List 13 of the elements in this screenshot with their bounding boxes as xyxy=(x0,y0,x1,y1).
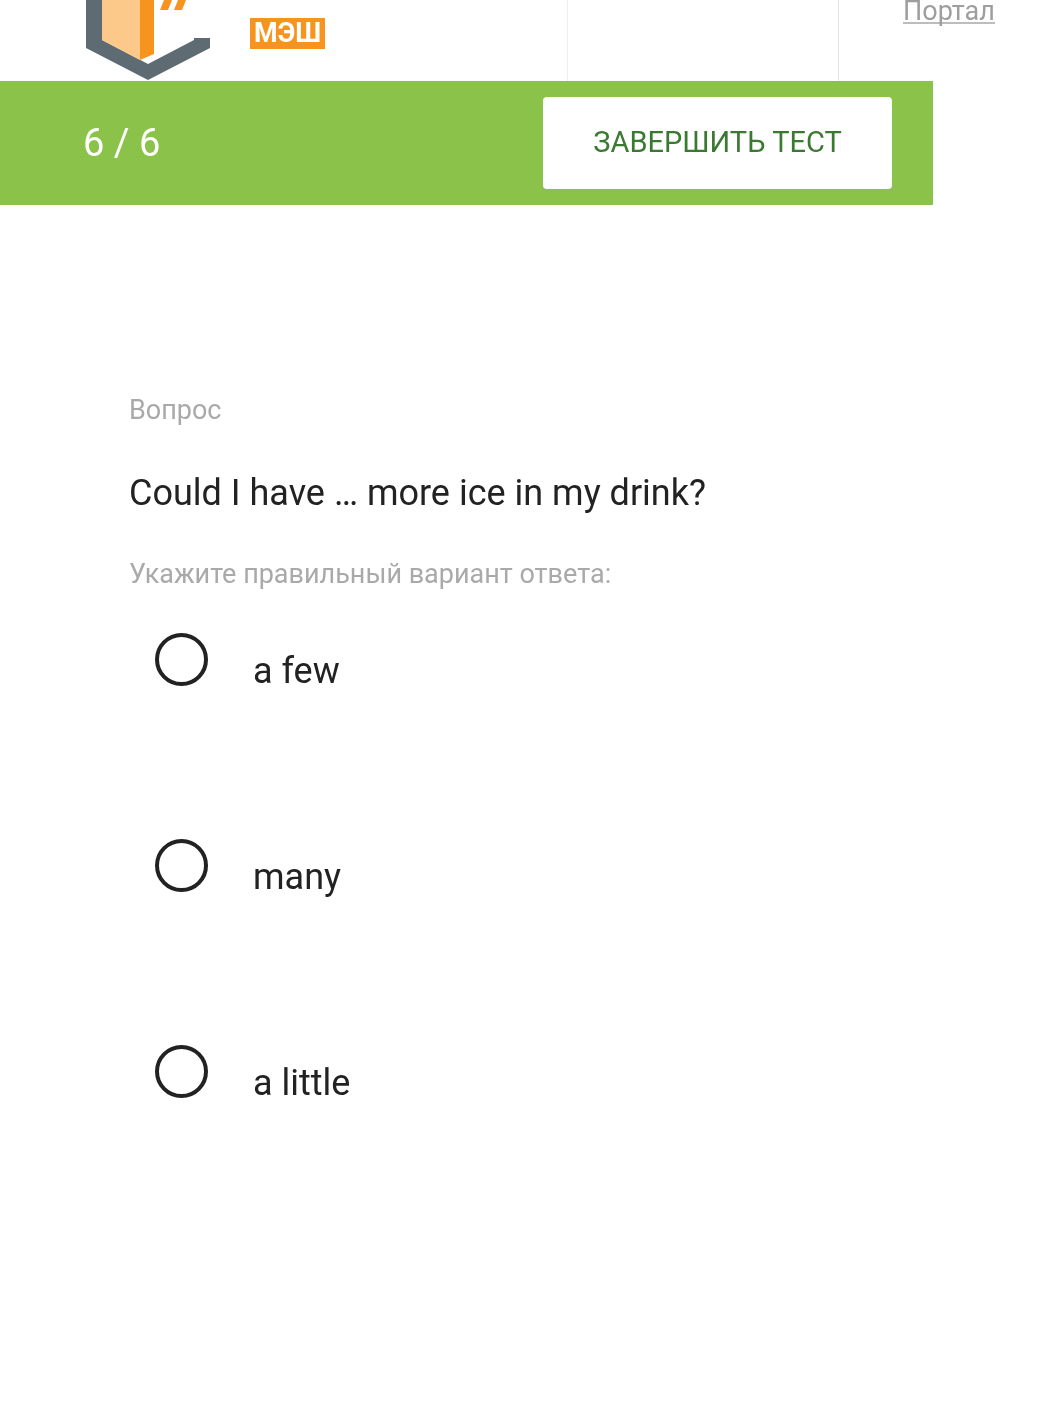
question-label: Вопрос xyxy=(129,393,223,427)
radio-button[interactable] xyxy=(155,633,208,686)
option-label[interactable]: a few xyxy=(253,649,340,693)
answer-instruction: Укажите правильный вариант ответа: xyxy=(129,557,613,591)
question-text: Could I have … more ice in my drink? xyxy=(129,471,707,515)
radio-button[interactable] xyxy=(155,839,208,892)
option-label[interactable]: many xyxy=(253,855,342,899)
logo-badge: МЭШ xyxy=(250,18,325,49)
option-label[interactable]: a little xyxy=(253,1061,351,1105)
radio-button[interactable] xyxy=(155,1045,208,1098)
finish-test-button[interactable]: ЗАВЕРШИТЬ ТЕСТ xyxy=(543,97,892,189)
logo-icon xyxy=(84,0,212,80)
question-counter: 6 / 6 xyxy=(83,119,161,167)
